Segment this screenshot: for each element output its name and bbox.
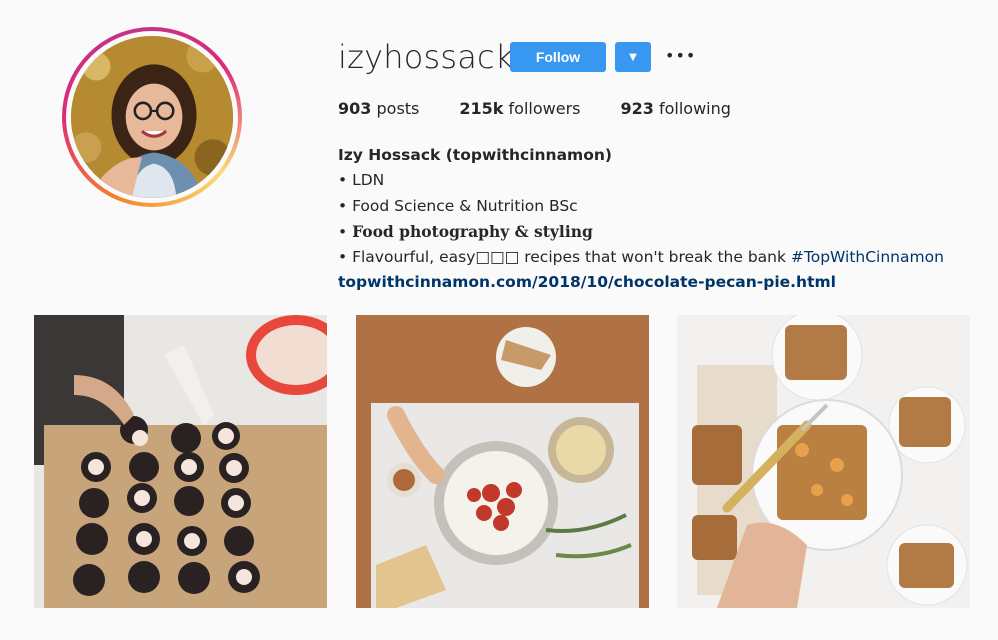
profile-avatar[interactable] — [62, 27, 242, 207]
posts-label: posts — [376, 99, 420, 118]
bio-hashtag-link[interactable]: #TopWithCinnamon — [791, 248, 944, 266]
bio-recipes-text: • Flavourful, easy□□□ recipes that won't… — [338, 248, 791, 267]
followers-count: 215k — [459, 99, 504, 118]
post-image-hummus-spread — [356, 315, 649, 608]
avatar-border — [66, 31, 238, 203]
followers-label: followers — [508, 99, 581, 118]
bio-line-education: • Food Science & Nutrition BSc — [338, 196, 578, 215]
following-label: following — [658, 99, 731, 118]
posts-count: 903 — [338, 99, 372, 118]
profile-full-name: Izy Hossack (topwithcinnamon) — [338, 146, 612, 164]
post-image-cookies — [34, 315, 327, 608]
following-count: 923 — [620, 99, 654, 118]
profile-website-link[interactable]: topwithcinnamon.com/2018/10/chocolate-pe… — [338, 270, 944, 295]
profile-bio: Izy Hossack (topwithcinnamon) • LDN • Fo… — [338, 143, 944, 296]
bio-stylized-text: Food photography & styling — [352, 221, 593, 241]
post-image-crumble-bars — [677, 315, 970, 608]
stat-following[interactable]: 923 following — [620, 99, 730, 118]
post-thumbnail-cookies[interactable] — [34, 315, 327, 608]
more-options-icon[interactable]: ••• — [665, 44, 695, 68]
profile-stats: 903 posts 215k followers 923 following — [338, 99, 771, 118]
bio-line-recipes: • Flavourful, easy□□□ recipes that won't… — [338, 245, 944, 270]
bio-bullet: • — [338, 222, 353, 241]
post-thumbnail-crumble-bars[interactable] — [677, 315, 970, 608]
avatar-illustration — [71, 36, 233, 198]
avatar-photo — [71, 36, 233, 198]
stat-posts: 903 posts — [338, 99, 419, 118]
stat-followers[interactable]: 215k followers — [459, 99, 580, 118]
bio-line-styling: • Food photography & styling — [338, 219, 944, 245]
profile-username: izyhossack — [338, 38, 514, 76]
bio-line-location: • LDN — [338, 171, 385, 190]
chevron-down-icon[interactable]: ▼ — [615, 42, 651, 72]
follow-button[interactable]: Follow — [510, 42, 606, 72]
post-thumbnail-hummus-spread[interactable] — [356, 315, 649, 608]
